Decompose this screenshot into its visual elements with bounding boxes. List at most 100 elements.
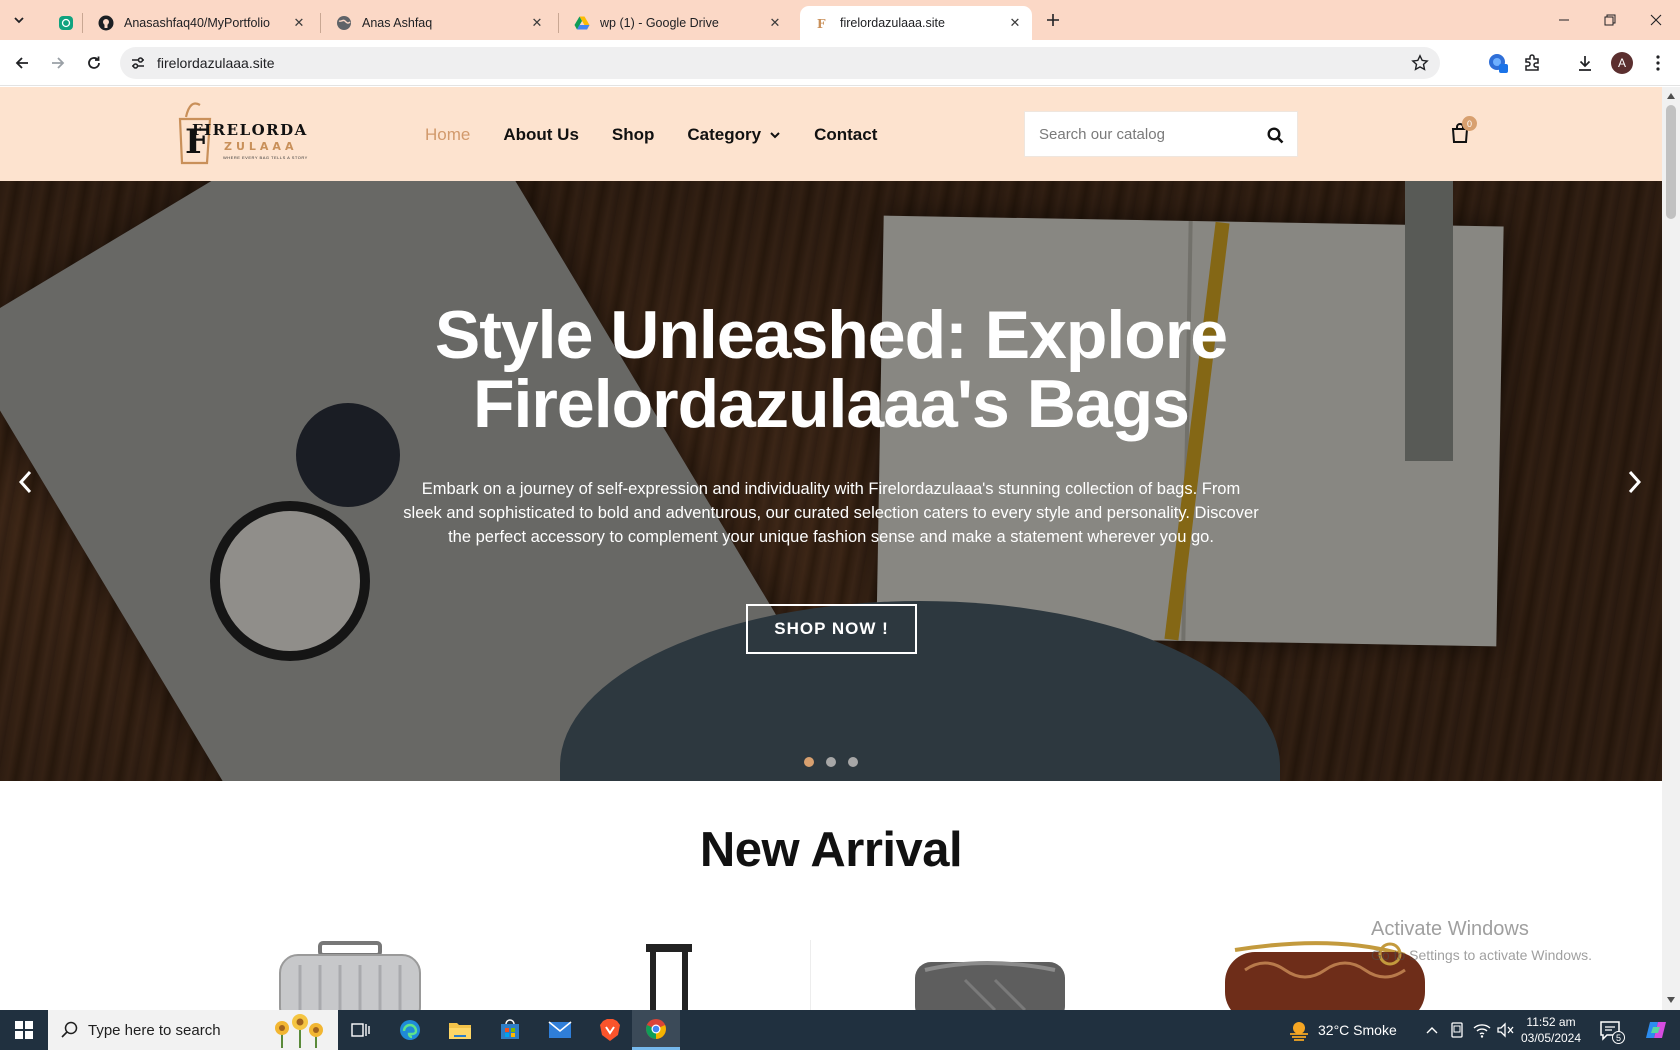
restore-button[interactable]: [1587, 6, 1633, 34]
slider-next-button[interactable]: [1622, 466, 1648, 498]
reload-button[interactable]: [82, 51, 106, 75]
nav-contact[interactable]: Contact: [814, 125, 877, 145]
close-icon[interactable]: ✕: [766, 14, 784, 32]
profile-avatar[interactable]: A: [1611, 52, 1633, 74]
tray-device-icon[interactable]: [1447, 1020, 1467, 1040]
product-card[interactable]: [905, 940, 1065, 1010]
nav-category[interactable]: Category: [687, 125, 781, 145]
extensions-button[interactable]: [1520, 51, 1544, 75]
weather-text: 32°C Smoke: [1318, 1022, 1397, 1038]
search-icon: [1266, 126, 1283, 143]
start-button[interactable]: [0, 1010, 48, 1050]
product-card[interactable]: [270, 940, 430, 1010]
taskbar-edge[interactable]: [386, 1010, 434, 1050]
scroll-down-arrow[interactable]: [1666, 995, 1676, 1005]
tab-separator: [558, 13, 559, 33]
tab-separator: [320, 13, 321, 33]
close-window-button[interactable]: [1633, 6, 1679, 34]
forward-button[interactable]: [46, 51, 70, 75]
product-image: [915, 961, 1065, 1010]
taskbar-file-explorer[interactable]: [436, 1010, 484, 1050]
volume-muted-icon: [1497, 1022, 1514, 1038]
task-view-icon: [351, 1023, 370, 1037]
taskbar-clock[interactable]: 11:52 am 03/05/2024: [1518, 1014, 1584, 1046]
search-input[interactable]: [1039, 112, 1259, 156]
slider-dot[interactable]: [804, 757, 814, 767]
new-tab-button[interactable]: [1042, 9, 1064, 31]
slider-dot[interactable]: [826, 757, 836, 767]
wifi-icon: [1473, 1024, 1491, 1038]
shop-now-button[interactable]: SHOP NOW !: [746, 604, 917, 654]
tab-anas-ashfaq[interactable]: Anas Ashfaq ✕: [322, 6, 554, 40]
close-icon[interactable]: ✕: [1006, 14, 1024, 32]
cart-count-badge: 0: [1462, 116, 1477, 131]
site-settings-icon[interactable]: [130, 55, 146, 71]
folder-icon: [449, 1023, 471, 1039]
mail-icon: [548, 1021, 572, 1038]
back-button[interactable]: [10, 51, 34, 75]
address-bar[interactable]: firelordazulaaa.site: [120, 47, 1440, 79]
close-icon[interactable]: ✕: [290, 14, 308, 32]
page-scrollbar[interactable]: [1662, 87, 1680, 1010]
site-logo[interactable]: F FIRELORDA ZULAAA WHERE EVERY BAG TELLS…: [176, 97, 316, 169]
arrow-right-icon: [52, 57, 65, 69]
chrome-icon: [646, 1018, 666, 1039]
tab-github[interactable]: Anasashfaq40/MyPortfolio ✕: [84, 6, 316, 40]
search-button[interactable]: [1265, 125, 1285, 145]
chatgpt-icon: [58, 15, 74, 31]
triangle-down-icon: [1667, 997, 1675, 1003]
notification-count-badge: 5: [1612, 1031, 1625, 1044]
new-arrival-heading: New Arrival: [699, 823, 963, 877]
slider-prev-button[interactable]: [12, 466, 38, 498]
taskbar-mail[interactable]: [536, 1010, 584, 1050]
arrow-left-icon: [15, 57, 28, 69]
tray-network-icon[interactable]: [1472, 1020, 1492, 1040]
show-hidden-icons-button[interactable]: [1422, 1020, 1442, 1040]
haze-sun-icon: [1290, 1022, 1308, 1041]
taskbar-search[interactable]: Type here to search: [48, 1010, 338, 1050]
slider-dot[interactable]: [848, 757, 858, 767]
minimize-button[interactable]: [1541, 6, 1587, 34]
nav-shop[interactable]: Shop: [612, 125, 655, 145]
bookmark-star-icon[interactable]: [1410, 53, 1430, 73]
hero-description: Embark on a journey of self-expression a…: [403, 480, 1259, 546]
tray-volume-icon[interactable]: [1495, 1020, 1515, 1040]
device-icon: [1451, 1022, 1463, 1038]
tab-chatgpt[interactable]: [44, 6, 78, 40]
search-icon: [61, 1021, 78, 1038]
catalog-search: [1024, 111, 1298, 157]
url-text[interactable]: firelordazulaaa.site: [157, 55, 275, 71]
tab-google-drive[interactable]: wp (1) - Google Drive ✕: [560, 6, 792, 40]
product-divider: [810, 940, 811, 1010]
taskbar-store[interactable]: [486, 1010, 534, 1050]
flower-illustration-icon: [275, 1014, 323, 1048]
plus-icon: [1047, 14, 1059, 26]
google-drive-icon: [574, 15, 590, 31]
taskbar-chrome[interactable]: [632, 1010, 680, 1050]
nav-about-us[interactable]: About Us: [503, 125, 579, 145]
scroll-up-arrow[interactable]: [1666, 91, 1676, 101]
edge-icon: [400, 1020, 420, 1040]
hero-title: Style Unleashed: Explore Firelordazulaaa…: [434, 297, 1228, 442]
copilot-icon: [1489, 54, 1508, 73]
downloads-button[interactable]: [1573, 51, 1597, 75]
tab-search-button[interactable]: [6, 7, 32, 33]
copilot-extension-button[interactable]: [1486, 51, 1510, 75]
nav-home[interactable]: Home: [425, 125, 470, 145]
taskbar-brave[interactable]: [586, 1010, 634, 1050]
product-card[interactable]: [630, 940, 710, 1010]
store-icon: [501, 1019, 519, 1039]
close-icon[interactable]: ✕: [528, 14, 546, 32]
tab-firelordazulaaa[interactable]: F firelordazulaaa.site ✕: [800, 6, 1032, 40]
brave-icon: [600, 1019, 620, 1041]
browser-menu-button[interactable]: [1646, 51, 1670, 75]
browser-tab-strip: Anasashfaq40/MyPortfolio ✕ Anas Ashfaq ✕…: [0, 0, 1680, 40]
github-icon: [98, 15, 114, 31]
chevron-up-icon: [1426, 1027, 1438, 1034]
taskbar-weather[interactable]: 32°C Smoke: [1288, 1010, 1397, 1050]
scrollbar-thumb[interactable]: [1666, 105, 1676, 219]
taskbar-copilot[interactable]: [1632, 1010, 1680, 1050]
reload-icon: [88, 56, 100, 69]
task-view-button[interactable]: [336, 1010, 384, 1050]
logo-text-bottom: ZULAAA: [224, 140, 298, 153]
